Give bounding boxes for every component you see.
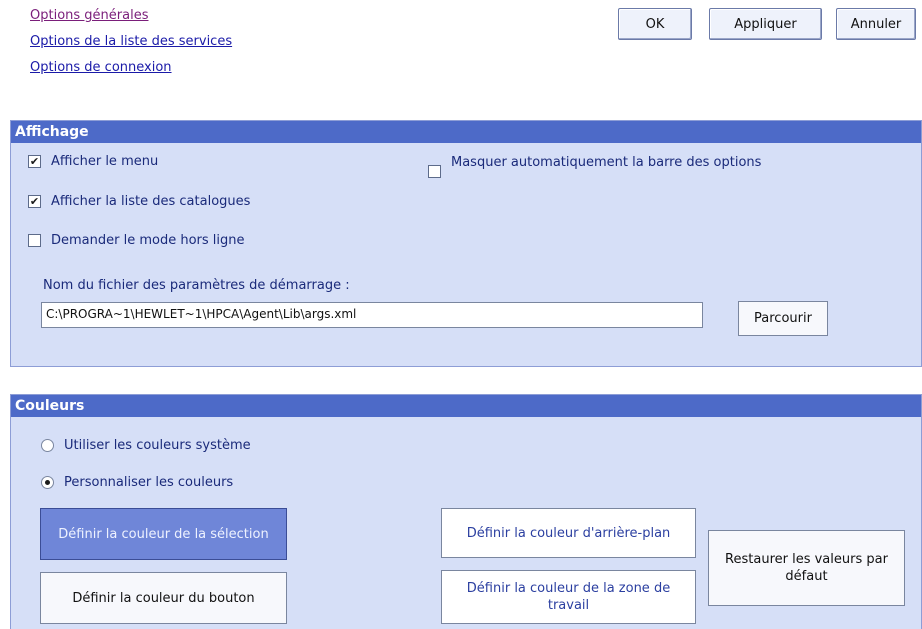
auto-hide-checkbox[interactable]: Masquer automatiquement la barre des opt… <box>428 154 771 178</box>
offline-mode-checkbox[interactable]: Demander le mode hors ligne <box>28 233 245 248</box>
show-menu-label: Afficher le menu <box>51 154 159 169</box>
show-catalog-label: Afficher la liste des catalogues <box>51 194 251 209</box>
browse-button[interactable]: Parcourir <box>738 301 828 336</box>
custom-colors-radio[interactable]: Personnaliser les couleurs <box>41 475 233 490</box>
startup-file-input[interactable]: C:\PROGRA~1\HEWLET~1\HPCA\Agent\Lib\args… <box>41 302 703 328</box>
show-menu-checkbox[interactable]: ✔ Afficher le menu <box>28 154 158 169</box>
checkbox-checked-icon[interactable]: ✔ <box>28 195 41 208</box>
display-panel: Affichage ✔ Afficher le menu ✔ Afficher … <box>10 120 922 367</box>
startup-file-label: Nom du fichier des paramètres de démarra… <box>43 278 350 293</box>
radio-selected-icon[interactable] <box>41 476 54 489</box>
ok-button[interactable]: OK <box>618 8 692 40</box>
colors-panel-header: Couleurs <box>11 395 921 417</box>
show-catalog-checkbox[interactable]: ✔ Afficher la liste des catalogues <box>28 194 250 209</box>
offline-mode-label: Demander le mode hors ligne <box>51 233 245 248</box>
set-background-color-button[interactable]: Définir la couleur d'arrière-plan <box>441 508 696 558</box>
cancel-button[interactable]: Annuler <box>836 8 916 40</box>
set-button-color-button[interactable]: Définir la couleur du bouton <box>40 572 287 624</box>
apply-button[interactable]: Appliquer <box>709 8 822 40</box>
nav-link-service-list-options[interactable]: Options de la liste des services <box>30 34 232 49</box>
system-colors-label: Utiliser les couleurs système <box>64 438 251 453</box>
display-panel-header: Affichage <box>11 121 921 143</box>
restore-defaults-button[interactable]: Restaurer les valeurs par défaut <box>708 530 905 606</box>
auto-hide-label: Masquer automatiquement la barre des opt… <box>451 155 762 170</box>
checkbox-unchecked-icon[interactable] <box>28 234 41 247</box>
checkbox-checked-icon[interactable]: ✔ <box>28 155 41 168</box>
checkbox-unchecked-icon[interactable] <box>428 165 441 178</box>
set-workspace-color-button[interactable]: Définir la couleur de la zone de travail <box>441 570 696 624</box>
system-colors-radio[interactable]: Utiliser les couleurs système <box>41 438 251 453</box>
colors-panel: Couleurs Utiliser les couleurs système P… <box>10 394 922 629</box>
custom-colors-label: Personnaliser les couleurs <box>64 475 234 490</box>
set-selection-color-button[interactable]: Définir la couleur de la sélection <box>40 508 287 560</box>
nav-link-general-options[interactable]: Options générales <box>30 8 148 23</box>
nav-link-connection-options[interactable]: Options de connexion <box>30 60 172 75</box>
radio-unselected-icon[interactable] <box>41 439 54 452</box>
